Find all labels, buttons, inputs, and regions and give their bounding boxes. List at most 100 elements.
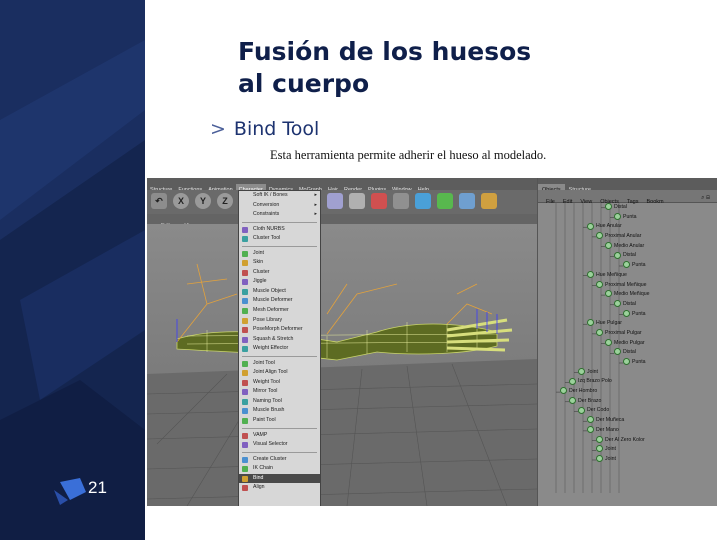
menu-item-pose-library[interactable]: Pose Library <box>239 316 320 326</box>
menu-item-posemorph-deformer[interactable]: PoseMorph Deformer <box>239 325 320 335</box>
tree-row[interactable]: Hue Anular <box>538 222 717 232</box>
tree-row[interactable]: Punta <box>538 261 717 271</box>
menu-item-mesh-deformer[interactable]: Mesh Deformer <box>239 306 320 316</box>
joint-icon <box>569 377 576 385</box>
menu-item-conversion[interactable]: Conversion ▸ <box>239 201 320 211</box>
menu-item-label: Weight Effector <box>253 345 289 352</box>
tree-row[interactable]: Joint <box>538 455 717 465</box>
joint-icon <box>578 406 585 414</box>
render-icon[interactable] <box>459 193 475 209</box>
menu-item-joint[interactable]: Joint <box>239 249 320 259</box>
menu-item-label: Paint Tool <box>253 417 276 424</box>
joint-icon <box>605 203 612 211</box>
menu-item-muscle-deformer[interactable]: Muscle Deformer <box>239 296 320 306</box>
3d-viewport[interactable] <box>147 224 537 506</box>
menu-item-cluster[interactable]: Cluster <box>239 268 320 278</box>
menu-item-align[interactable]: Align <box>239 483 320 493</box>
tree-row[interactable]: Distal <box>538 251 717 261</box>
menu-item-label: Create Cluster <box>253 455 287 462</box>
joint-icon <box>596 445 603 453</box>
menu-item-label: Align <box>253 484 265 491</box>
menu-item-vamp[interactable]: VAMP <box>239 431 320 441</box>
menu-item-muscle-brush[interactable]: Muscle Brush <box>239 406 320 416</box>
joint-icon <box>587 270 594 278</box>
viewport-menubar: EditView <box>147 214 537 229</box>
tree-row[interactable]: Der Muñeca <box>538 416 717 426</box>
tree-row[interactable]: Punta <box>538 212 717 223</box>
menu-item-label: Pose Library <box>253 316 283 323</box>
menu-item-muscle-object[interactable]: Muscle Object <box>239 287 320 297</box>
tree-row-label: Punta <box>632 359 646 365</box>
menu-item-label: Cluster <box>253 268 270 275</box>
tree-row-label: Joint <box>605 446 616 453</box>
tree-row[interactable]: Punta <box>538 358 717 368</box>
tree-row[interactable]: Punta <box>538 309 717 320</box>
character-menu-dropdown: Soft IK / Bones ▸ Conversion ▸ Constraints ▸ C… <box>238 190 321 506</box>
tree-row[interactable]: Joint <box>538 445 717 455</box>
tree-row[interactable]: Proximal Anular <box>538 232 717 242</box>
tree-row[interactable]: Proximal Meñique <box>538 280 717 291</box>
menu-item-skin[interactable]: Skin <box>239 258 320 268</box>
menu-item-label: Mesh Deformer <box>253 307 289 314</box>
menu-item-constraints[interactable]: Constraints ▸ <box>239 210 320 220</box>
tree-row[interactable]: Distal <box>538 300 717 310</box>
tree-row[interactable]: Proximal Pulgar <box>538 329 717 339</box>
menu-item-label: Joint <box>253 249 264 256</box>
axis-y-button[interactable]: Y <box>195 193 211 209</box>
menu-item-create-cluster[interactable]: Create Cluster <box>239 455 320 465</box>
tree-row[interactable]: Der Codo <box>538 406 717 416</box>
menu-item-squash-stretch[interactable]: Squash & Stretch <box>239 335 320 345</box>
tree-row[interactable]: Der Hombro <box>538 387 717 397</box>
joint-icon <box>605 338 612 346</box>
tree-row[interactable]: Medio Meñique <box>538 290 717 300</box>
light-icon[interactable] <box>371 193 387 209</box>
menu-item-visual-selector[interactable]: Visual Selector <box>239 440 320 450</box>
mesh-deformer-icon <box>242 308 248 315</box>
menu-item-label: Cloth NURBS <box>253 225 285 232</box>
menu-item-paint-tool[interactable]: Paint Tool <box>239 416 320 426</box>
tree-row[interactable]: Hue Meñique <box>538 270 717 281</box>
tree-row[interactable]: Izq Brazo Polo <box>538 377 717 387</box>
menu-item-label: Squash & Stretch <box>253 335 294 342</box>
tree-row[interactable]: Der Brazo <box>538 396 717 407</box>
scene-icon[interactable] <box>437 193 453 209</box>
joint-icon <box>614 348 621 356</box>
tree-row[interactable]: Joint <box>538 367 717 378</box>
menu-item-weight-effector[interactable]: Weight Effector <box>239 344 320 354</box>
spline-icon[interactable] <box>349 193 365 209</box>
menu-item-joint-tool[interactable]: Joint Tool <box>239 359 320 369</box>
axis-z-button[interactable]: Z <box>217 193 233 209</box>
camera-icon[interactable] <box>393 193 409 209</box>
axis-x-button[interactable]: X <box>173 193 189 209</box>
menu-item-label: Muscle Deformer <box>253 297 293 304</box>
menu-item-naming-tool[interactable]: Naming Tool <box>239 397 320 407</box>
nurbs-icon[interactable] <box>327 193 343 209</box>
menu-item-cluster-tool[interactable]: Cluster Tool <box>239 234 320 244</box>
tree-row[interactable]: Medio Pulgar <box>538 338 717 349</box>
slide-title: Fusión de los huesos al cuerpo <box>238 36 531 100</box>
menu-item-weight-tool[interactable]: Weight Tool <box>239 378 320 388</box>
tree-row[interactable]: Medio Anular <box>538 241 717 252</box>
menu-item-joint-align-tool[interactable]: Joint Align Tool <box>239 368 320 378</box>
deformer-icon[interactable] <box>415 193 431 209</box>
menu-item-bind[interactable]: Bind <box>239 473 320 484</box>
tree-row[interactable]: Distal <box>538 203 717 213</box>
menu-item-cloth-nurbs[interactable]: Cloth NURBS <box>239 225 320 235</box>
menu-item-mirror-tool[interactable]: Mirror Tool <box>239 387 320 397</box>
menu-item-soft-ik-bones[interactable]: Soft IK / Bones ▸ <box>239 191 320 201</box>
slide-title-line2: al cuerpo <box>238 69 370 98</box>
joint-icon <box>605 241 612 249</box>
skin-icon <box>242 260 248 267</box>
undo-icon[interactable]: ↶ <box>151 193 167 209</box>
tree-row[interactable]: Der Mano <box>538 425 717 436</box>
selector-icon <box>242 442 248 449</box>
tree-row[interactable]: Hue Pulgar <box>538 319 717 329</box>
menu-item-ik-chain[interactable]: IK Chain <box>239 464 320 474</box>
tree-row[interactable]: Distal <box>538 348 717 358</box>
render-settings-icon[interactable] <box>481 193 497 209</box>
tree-row[interactable]: Der Al Zero Kolor <box>538 435 717 446</box>
cluster-icon <box>242 269 248 276</box>
menu-item-label: Bind <box>253 474 264 481</box>
submenu-arrow-icon: ▸ <box>314 192 317 198</box>
menu-item-jiggle[interactable]: Jiggle <box>239 277 320 287</box>
